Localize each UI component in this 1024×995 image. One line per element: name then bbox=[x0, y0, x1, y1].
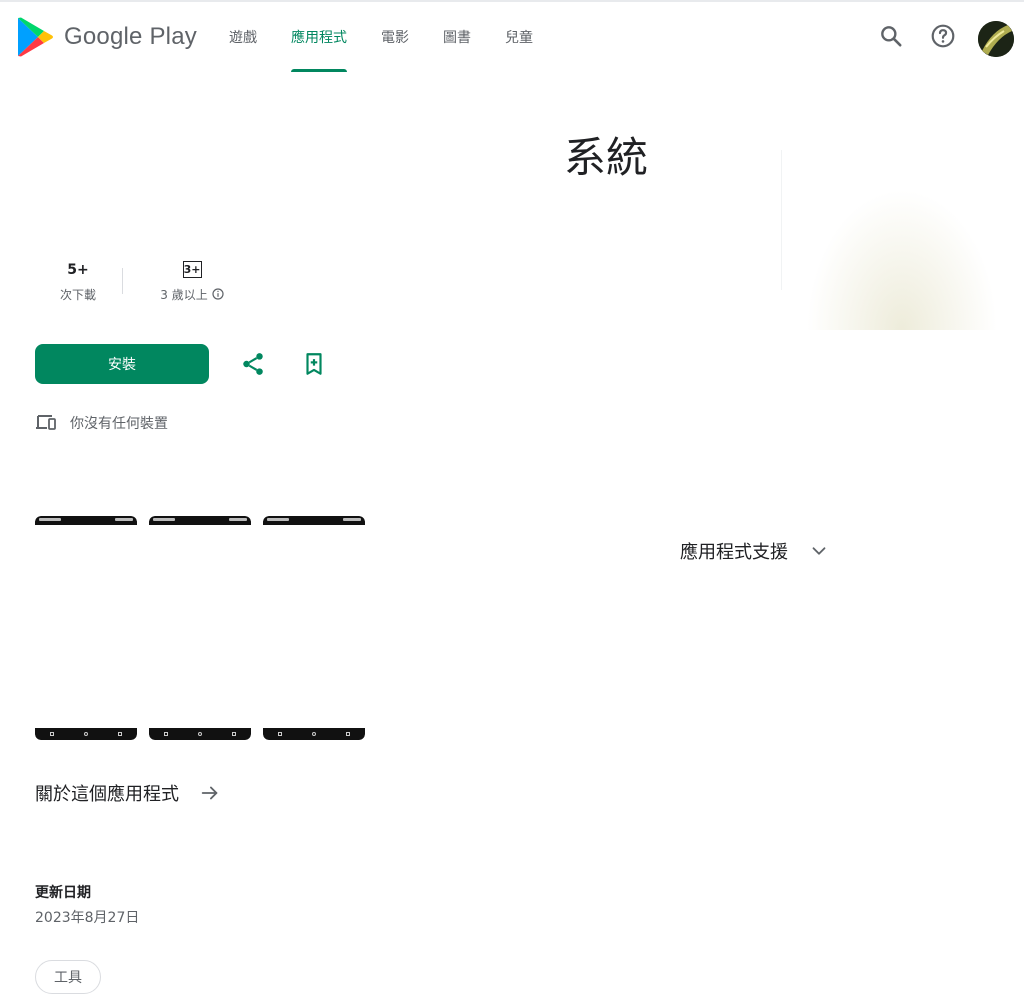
about-app-label: 關於這個應用程式 bbox=[35, 784, 179, 805]
screenshot-2[interactable] bbox=[149, 516, 251, 740]
screenshot-carousel bbox=[35, 516, 377, 740]
info-icon[interactable] bbox=[212, 288, 224, 300]
tab-books[interactable]: 圖書 bbox=[426, 2, 488, 72]
search-icon[interactable] bbox=[878, 23, 904, 49]
avatar-image bbox=[978, 21, 1014, 57]
app-stats: 5+ 次下載 3+ 3 歲以上 bbox=[34, 256, 253, 306]
downloads-label: 次下載 bbox=[59, 287, 96, 302]
updated-on-label: 更新日期 bbox=[35, 885, 91, 901]
tab-movies[interactable]: 電影 bbox=[364, 2, 426, 72]
play-triangle-icon bbox=[18, 17, 53, 57]
brand-name: Google Play bbox=[64, 23, 197, 50]
main-nav: 遊戲 應用程式 電影 圖書 兒童 bbox=[212, 2, 550, 72]
stat-divider bbox=[122, 268, 123, 294]
app-header: Google Play 遊戲 應用程式 電影 圖書 兒童 bbox=[0, 2, 1024, 72]
tab-games[interactable]: 遊戲 bbox=[212, 2, 274, 72]
screenshot-3[interactable] bbox=[263, 516, 365, 740]
downloads-stat: 5+ 次下載 bbox=[34, 256, 122, 306]
downloads-value: 5+ bbox=[67, 261, 89, 278]
arrow-right-icon bbox=[201, 786, 218, 800]
google-play-logo[interactable]: Google Play bbox=[16, 16, 197, 58]
updated-on-value: 2023年8月27日 bbox=[35, 910, 140, 926]
install-button[interactable]: 安裝 bbox=[35, 344, 209, 384]
category-chip[interactable]: 工具 bbox=[35, 960, 101, 994]
share-icon[interactable] bbox=[240, 351, 266, 377]
content-rating-stat: 3+ 3 歲以上 bbox=[131, 256, 253, 306]
device-status-text: 你沒有任何裝置 bbox=[70, 416, 168, 432]
tab-apps[interactable]: 應用程式 bbox=[274, 2, 364, 72]
about-app-link[interactable]: 關於這個應用程式 bbox=[35, 780, 221, 806]
hero-banner-glow bbox=[780, 150, 1024, 330]
app-title: 系統 bbox=[564, 133, 649, 182]
app-support-label: 應用程式支援 bbox=[680, 542, 788, 563]
content-rating-badge: 3+ bbox=[182, 261, 202, 278]
device-availability: 你沒有任何裝置 bbox=[35, 412, 168, 434]
chevron-down-icon bbox=[812, 547, 826, 555]
hero-divider bbox=[781, 150, 782, 290]
content-rating-label: 3 歲以上 bbox=[160, 287, 208, 302]
help-icon[interactable] bbox=[930, 23, 956, 49]
screenshot-1[interactable] bbox=[35, 516, 137, 740]
devices-icon bbox=[36, 415, 56, 430]
app-support-toggle[interactable]: 應用程式支援 bbox=[680, 538, 830, 564]
account-avatar[interactable] bbox=[978, 21, 1014, 57]
bookmark-add-icon[interactable] bbox=[301, 351, 327, 377]
tab-kids[interactable]: 兒童 bbox=[488, 2, 550, 72]
